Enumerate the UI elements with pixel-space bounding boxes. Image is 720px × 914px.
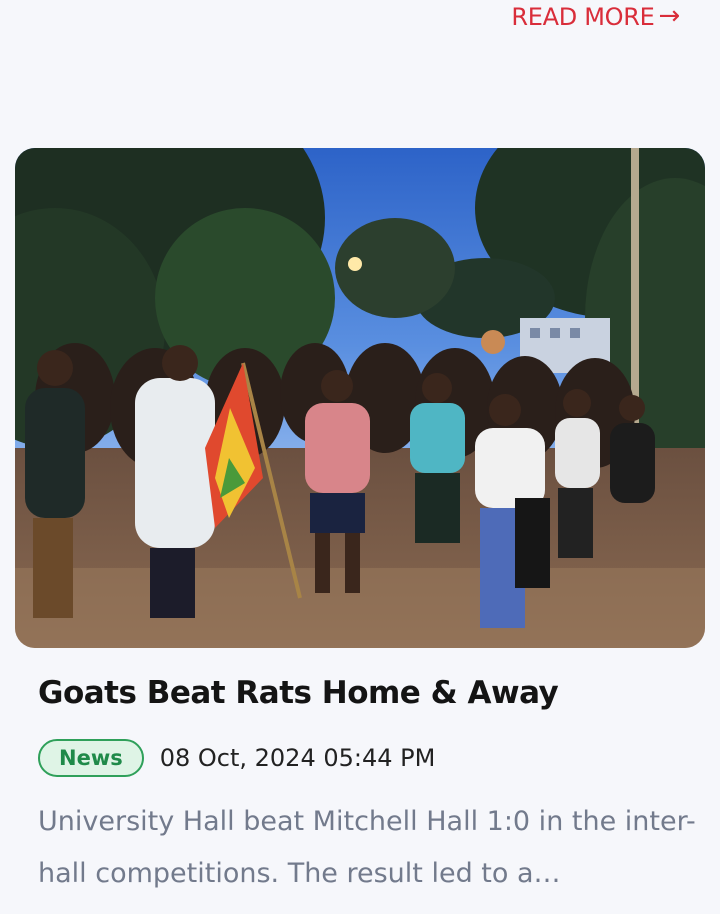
- crowd-photo-illustration: [15, 148, 705, 648]
- article-excerpt: University Hall beat Mitchell Hall 1:0 i…: [38, 806, 696, 889]
- read-more-link[interactable]: READ MORE →: [511, 0, 680, 34]
- news-card[interactable]: Goats Beat Rats Home & Away News 08 Oct,…: [15, 148, 705, 889]
- read-more-label: READ MORE: [511, 3, 655, 31]
- article-meta: News 08 Oct, 2024 05:44 PM: [38, 739, 435, 777]
- news-feed-page: READ MORE → Goats Beat Rats Home & Away …: [0, 0, 720, 914]
- category-badge[interactable]: News: [38, 739, 144, 777]
- article-title[interactable]: Goats Beat Rats Home & Away: [38, 675, 559, 711]
- article-date: 08 Oct, 2024 05:44 PM: [159, 744, 436, 772]
- article-image[interactable]: [15, 148, 705, 648]
- arrow-right-icon: →: [658, 1, 681, 31]
